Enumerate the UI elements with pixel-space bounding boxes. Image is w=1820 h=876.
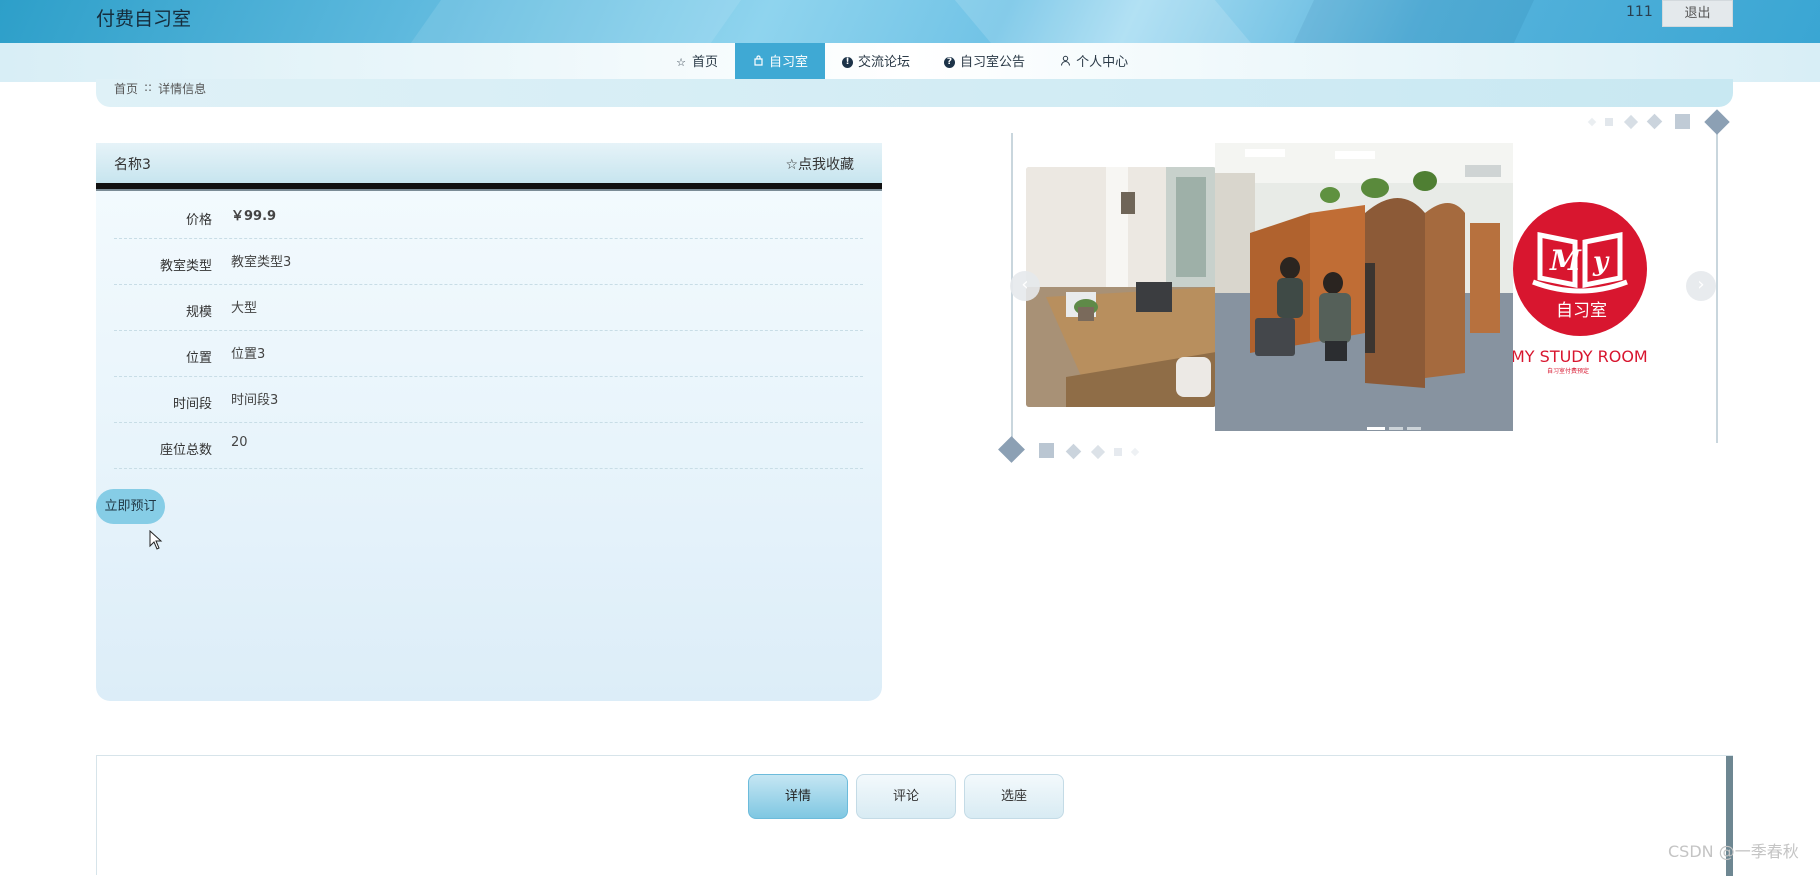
top-banner: 付费自习室 111 退出 (0, 0, 1820, 43)
decor-diamond (1623, 114, 1639, 130)
field-value: 大型 (231, 301, 258, 316)
decor-diamond (1090, 444, 1106, 460)
star-outline-icon: ☆ (676, 56, 686, 69)
frame-line (1716, 125, 1718, 443)
question-circle-icon: ? (944, 57, 956, 68)
decor-square (1605, 118, 1613, 126)
room-name: 名称3 (114, 157, 151, 173)
nav-item-label: 自习室 (769, 55, 809, 70)
chevron-right-icon: › (1697, 274, 1705, 295)
decor-square (1114, 448, 1122, 456)
study-carrels-photo (1215, 143, 1513, 431)
logo-subcaption: 自习室付费预定 (1547, 367, 1589, 375)
divider (96, 189, 882, 191)
breadcrumb-separator: :: (144, 80, 153, 94)
logout-button[interactable]: 退出 (1662, 0, 1733, 27)
decor-square (1039, 443, 1054, 458)
decor-diamond (1130, 447, 1140, 457)
carousel-slide-prev[interactable] (1026, 167, 1216, 407)
watermark: CSDN @一季春秋 (1668, 842, 1799, 861)
decor-square (1675, 114, 1690, 129)
bag-icon (752, 43, 764, 82)
carousel-next-button[interactable]: › (1686, 271, 1716, 301)
site-title: 付费自习室 (96, 8, 192, 30)
carousel-dot[interactable] (1389, 427, 1403, 430)
nav-item-label: 个人中心 (1076, 55, 1129, 70)
mouse-cursor-icon (149, 530, 163, 550)
tab-seat-selection[interactable]: 选座 (964, 774, 1064, 819)
svg-text:y: y (1592, 247, 1610, 277)
favorite-button[interactable]: ☆点我收藏 (785, 154, 854, 174)
nav-item-label: 自习室公告 (960, 55, 1026, 70)
field-label: 规模 (185, 305, 212, 320)
field-value: 位置3 (231, 347, 266, 362)
field-label: 座位总数 (159, 443, 212, 458)
tab-comments[interactable]: 评论 (856, 774, 956, 819)
carousel-indicators (1367, 427, 1421, 430)
field-label: 教室类型 (159, 259, 212, 274)
nav-item-profile[interactable]: 个人中心 (1042, 43, 1145, 82)
carousel-slide-next[interactable]: M y 自习室 MY STUDY ROOM 自习室付费预定 (1511, 190, 1703, 400)
field-label: 价格 (185, 213, 212, 228)
field-label: 时间段 (172, 397, 212, 412)
logo-title: 自习室 (1556, 301, 1607, 321)
breadcrumb-home[interactable]: 首页 (114, 80, 138, 97)
banner-facet (929, 0, 1291, 43)
field-price: 价格 ￥99.9 (114, 193, 863, 239)
main-nav: ☆ 首页 自习室 ! 交流论坛 ? 自习室公告 个人中心 (0, 43, 1820, 82)
field-location: 位置 位置3 (114, 331, 863, 377)
study-room-logo: M y 自习室 MY STUDY ROOM 自习室付费预定 (1511, 190, 1703, 400)
field-value: 20 (231, 435, 248, 450)
carousel-dot[interactable] (1367, 427, 1385, 430)
nav-item-announcements[interactable]: ? 自习室公告 (927, 43, 1042, 82)
decor-diamond (1587, 117, 1597, 127)
breadcrumb-current: 详情信息 (158, 82, 207, 96)
banner-facet (370, 0, 770, 43)
nav-item-label: 首页 (692, 55, 719, 70)
field-scale: 规模 大型 (114, 285, 863, 331)
breadcrumb-strip (96, 79, 1733, 107)
field-value: 时间段3 (231, 393, 279, 408)
field-classroom-type: 教室类型 教室类型3 (114, 239, 863, 285)
book-now-button[interactable]: 立即预订 (96, 489, 165, 524)
detail-card: 名称3 ☆点我收藏 价格 ￥99.9 教室类型 教室类型3 规模 大型 位置 位… (96, 143, 882, 701)
user-icon (1059, 43, 1071, 82)
banner-facet (1276, 0, 1544, 43)
decor-diamond (998, 436, 1025, 463)
card-header: 名称3 ☆点我收藏 (96, 143, 882, 183)
study-room-photo (1026, 167, 1216, 407)
chevron-left-icon: ‹ (1021, 274, 1029, 295)
logo-caption: MY STUDY ROOM (1513, 347, 1648, 366)
field-value: ￥99.9 (231, 209, 277, 224)
field-value: 教室类型3 (231, 255, 292, 270)
info-circle-icon: ! (842, 57, 854, 68)
field-seat-total: 座位总数 20 (114, 423, 863, 469)
nav-item-forum[interactable]: ! 交流论坛 (825, 43, 927, 82)
nav-item-study-room[interactable]: 自习室 (735, 43, 826, 82)
field-time-slot: 时间段 时间段3 (114, 377, 863, 423)
field-label: 位置 (185, 351, 212, 366)
carousel-prev-button[interactable]: ‹ (1010, 271, 1040, 301)
decor-diamond (1646, 113, 1663, 130)
nav-item-home[interactable]: ☆ 首页 (658, 43, 735, 82)
carousel-slide-active[interactable] (1215, 143, 1513, 431)
svg-text:M: M (1549, 244, 1582, 277)
decor-diamond (1065, 443, 1082, 460)
breadcrumb: 首页 :: 详情信息 (114, 80, 206, 97)
tab-details[interactable]: 详情 (748, 774, 848, 819)
username-label: 111 (1626, 4, 1653, 20)
decor-diamond (1704, 109, 1730, 135)
nav-item-label: 交流论坛 (858, 55, 911, 70)
carousel-dot[interactable] (1407, 427, 1421, 430)
